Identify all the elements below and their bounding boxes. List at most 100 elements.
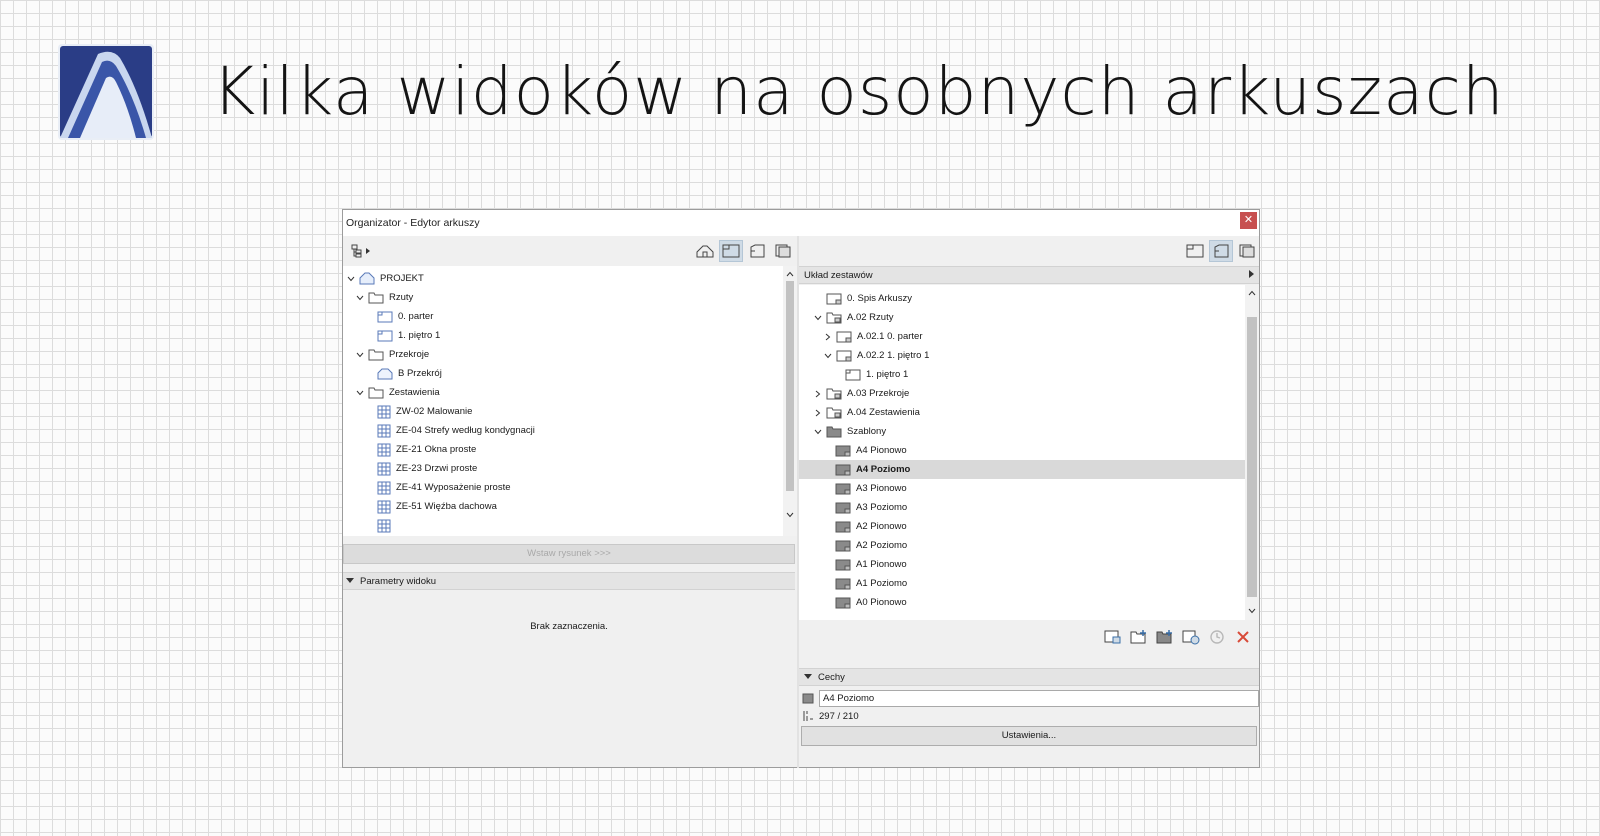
tree-item-layout[interactable]: A.02.1 0. parter bbox=[799, 327, 1245, 346]
chevron-down-icon[interactable] bbox=[355, 388, 365, 398]
tree-label: 1. piętro 1 bbox=[398, 330, 441, 341]
features-header[interactable]: Cechy bbox=[799, 668, 1259, 686]
tree-label: ZE-41 Wyposażenie proste bbox=[396, 482, 511, 493]
tree-label: A4 Pionowo bbox=[856, 445, 907, 456]
tree-item-schedule[interactable] bbox=[343, 516, 783, 535]
tree-label: PROJEKT bbox=[380, 273, 424, 284]
tree-label: A.02.2 1. piętro 1 bbox=[857, 350, 930, 361]
insert-drawing-button[interactable]: Wstaw rysunek >>> bbox=[343, 544, 795, 564]
layout-sheet-icon bbox=[826, 293, 842, 305]
new-master-icon[interactable] bbox=[1155, 627, 1175, 647]
scroll-up-icon[interactable] bbox=[1246, 287, 1258, 299]
tree-item-master[interactable]: A4 Pionowo bbox=[799, 441, 1245, 460]
chevron-down-icon[interactable] bbox=[346, 274, 356, 284]
close-button[interactable]: ✕ bbox=[1240, 212, 1257, 229]
tree-item-subset[interactable]: A.03 Przekroje bbox=[799, 384, 1245, 403]
tree-item-master[interactable]: A0 Pionowo bbox=[799, 593, 1245, 612]
tree-label: B Przekrój bbox=[398, 368, 442, 379]
right-tree-scrollbar[interactable] bbox=[1245, 285, 1259, 620]
tree-item-folder[interactable]: Rzuty bbox=[343, 288, 783, 307]
scroll-thumb[interactable] bbox=[1247, 317, 1257, 597]
tree-item-master[interactable]: A2 Pionowo bbox=[799, 517, 1245, 536]
tree-label: ZE-21 Okna proste bbox=[396, 444, 477, 455]
layout-book-icon[interactable] bbox=[745, 240, 769, 262]
tree-label: ZE-04 Strefy według kondygnacji bbox=[396, 425, 535, 436]
window-titlebar: Organizator - Edytor arkuszy ✕ bbox=[343, 210, 1259, 236]
size-value: 297 / 210 bbox=[819, 711, 859, 722]
tree-label: A.04 Zestawienia bbox=[847, 407, 920, 418]
scroll-up-icon[interactable] bbox=[784, 268, 796, 280]
layout-book-icon[interactable] bbox=[1209, 240, 1233, 262]
tree-item-schedule[interactable]: ZW-02 Malowanie bbox=[343, 402, 783, 421]
left-toolbar bbox=[343, 236, 797, 266]
tree-item-folder[interactable]: Przekroje bbox=[343, 345, 783, 364]
tree-item-layout[interactable]: 0. Spis Arkuszy bbox=[799, 289, 1245, 308]
layout-book-header[interactable]: Układ zestawów bbox=[799, 266, 1259, 284]
tree-label: Rzuty bbox=[389, 292, 414, 303]
subset-folder-icon bbox=[826, 312, 842, 324]
chevron-right-icon[interactable] bbox=[813, 408, 823, 418]
tree-item-drawing[interactable]: 1. piętro 1 bbox=[799, 365, 1245, 384]
tree-item-schedule[interactable]: ZE-23 Drzwi proste bbox=[343, 459, 783, 478]
layout-book-pane: Układ zestawów 0. Spis Arkuszy A.02 Rzut… bbox=[799, 236, 1259, 768]
tree-item-schedule[interactable]: ZE-04 Strefy według kondygnacji bbox=[343, 421, 783, 440]
chevron-down-icon[interactable] bbox=[823, 351, 833, 361]
view-map-icon[interactable] bbox=[1183, 240, 1207, 262]
tree-label: A2 Poziomo bbox=[856, 540, 908, 551]
tree-label: ZW-02 Malowanie bbox=[396, 406, 473, 417]
tree-label: A1 Pionowo bbox=[856, 559, 907, 570]
tree-item-master[interactable]: A1 Pionowo bbox=[799, 555, 1245, 574]
master-settings-icon[interactable] bbox=[1181, 627, 1201, 647]
tree-item-master-selected[interactable]: A4 Poziomo bbox=[799, 460, 1245, 479]
tree-item-subset[interactable]: A.02 Rzuty bbox=[799, 308, 1245, 327]
tree-item-view[interactable]: 1. piętro 1 bbox=[343, 326, 783, 345]
view-map-icon[interactable] bbox=[719, 240, 743, 262]
folder-icon bbox=[368, 292, 384, 304]
tree-item-view[interactable]: 0. parter bbox=[343, 307, 783, 326]
layout-actions bbox=[1103, 626, 1253, 648]
tree-item-layout[interactable]: A.02.2 1. piętro 1 bbox=[799, 346, 1245, 365]
chevron-down-icon[interactable] bbox=[355, 350, 365, 360]
chevron-right-icon[interactable] bbox=[813, 389, 823, 399]
triangle-down-icon bbox=[804, 672, 812, 683]
chevron-right-icon[interactable] bbox=[823, 332, 833, 342]
tree-item-schedule[interactable]: ZE-41 Wyposażenie proste bbox=[343, 478, 783, 497]
chevron-down-icon[interactable] bbox=[813, 427, 823, 437]
schedule-grid-icon bbox=[377, 462, 391, 476]
name-input[interactable]: A4 Poziomo bbox=[819, 690, 1259, 707]
view-parameters-header[interactable]: Parametry widoku bbox=[343, 572, 795, 590]
scroll-down-icon[interactable] bbox=[1246, 605, 1258, 617]
tree-item-master[interactable]: A3 Poziomo bbox=[799, 498, 1245, 517]
layout-sheet-icon bbox=[836, 350, 852, 362]
layout-sheet-icon bbox=[836, 331, 852, 343]
scroll-thumb[interactable] bbox=[786, 281, 794, 491]
section-title: Parametry widoku bbox=[360, 575, 437, 587]
tree-item-schedule[interactable]: ZE-51 Więźba dachowa bbox=[343, 497, 783, 516]
delete-icon[interactable] bbox=[1233, 627, 1253, 647]
triangle-right-icon[interactable] bbox=[1249, 269, 1255, 281]
chevron-down-icon[interactable] bbox=[355, 293, 365, 303]
refresh-icon[interactable] bbox=[1207, 627, 1227, 647]
chevron-down-icon[interactable] bbox=[813, 313, 823, 323]
left-tree-scrollbar[interactable] bbox=[783, 266, 797, 536]
settings-button[interactable]: Ustawienia... bbox=[801, 726, 1257, 746]
scroll-down-icon[interactable] bbox=[784, 509, 796, 521]
tree-item-view[interactable]: B Przekrój bbox=[343, 364, 783, 383]
tree-item-master[interactable]: A1 Poziomo bbox=[799, 574, 1245, 593]
window-title: Organizator - Edytor arkuszy bbox=[346, 217, 480, 229]
no-selection-message: Brak zaznaczenia. bbox=[530, 621, 608, 632]
view-options-dropdown[interactable] bbox=[347, 240, 377, 262]
publisher-icon[interactable] bbox=[771, 240, 795, 262]
new-layout-icon[interactable] bbox=[1103, 627, 1123, 647]
tree-item-folder[interactable]: Zestawienia bbox=[343, 383, 783, 402]
tree-label: Szablony bbox=[847, 426, 887, 437]
tree-item-masters-folder[interactable]: Szablony bbox=[799, 422, 1245, 441]
publisher-icon[interactable] bbox=[1235, 240, 1259, 262]
tree-item-subset[interactable]: A.04 Zestawienia bbox=[799, 403, 1245, 422]
tree-item-project[interactable]: PROJEKT bbox=[343, 269, 783, 288]
new-subset-icon[interactable] bbox=[1129, 627, 1149, 647]
tree-item-master[interactable]: A2 Poziomo bbox=[799, 536, 1245, 555]
tree-item-master[interactable]: A3 Pionowo bbox=[799, 479, 1245, 498]
tree-item-schedule[interactable]: ZE-21 Okna proste bbox=[343, 440, 783, 459]
project-map-icon[interactable] bbox=[693, 240, 717, 262]
